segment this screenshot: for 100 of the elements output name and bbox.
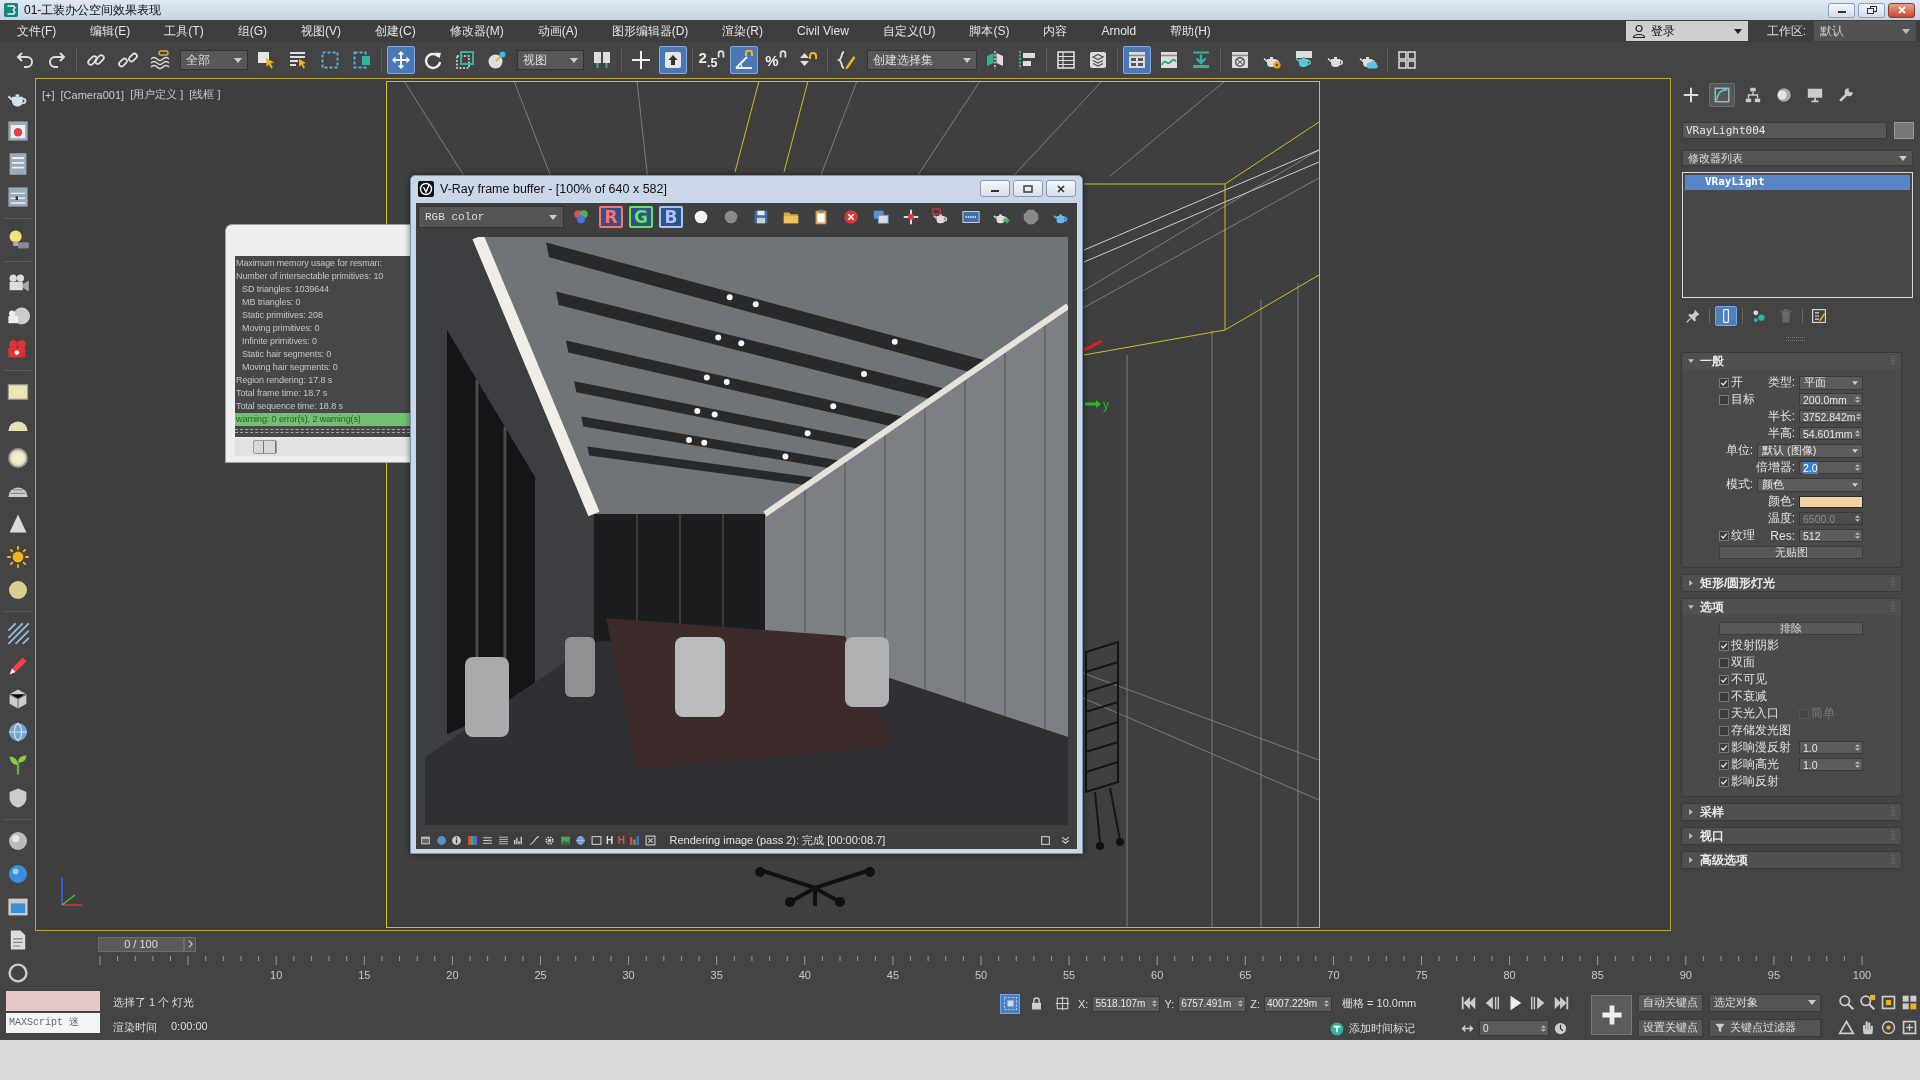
snap-button[interactable]: 2$_{.5}$ xyxy=(698,46,726,74)
menu-item[interactable]: 修改器(M) xyxy=(432,20,521,42)
menu-item[interactable]: 帮助(H) xyxy=(1153,20,1228,42)
workspace-dropdown[interactable]: 默认 xyxy=(1814,21,1916,41)
scrollbar-thumb[interactable] xyxy=(253,440,277,454)
checkbox[interactable] xyxy=(1719,394,1729,405)
chart-icon[interactable] xyxy=(513,834,524,846)
toolbar-dropdown[interactable]: 全部 xyxy=(180,50,248,70)
rollout-header[interactable]: 高级选项 xyxy=(1682,852,1901,868)
auto-key-button[interactable]: 自动关键点 xyxy=(1638,993,1703,1012)
previous-frame-icon[interactable] xyxy=(1483,994,1501,1012)
circle-icon[interactable] xyxy=(5,961,30,985)
login-dropdown[interactable]: 登录 xyxy=(1625,21,1748,41)
viewport-label-menu[interactable]: [线框 ] xyxy=(189,87,221,102)
checkbox[interactable] xyxy=(1719,377,1729,388)
coordinate-field[interactable]: 5518.107m xyxy=(1092,995,1161,1012)
light-box-outline[interactable] xyxy=(1083,121,1320,356)
sliders-icon[interactable] xyxy=(482,834,493,846)
rollout-header[interactable]: 矩形/圆形灯光 xyxy=(1682,575,1901,591)
spinner-field[interactable]: 1.0 xyxy=(1799,741,1863,754)
modify-tab[interactable] xyxy=(1709,83,1735,107)
skip-to-start-icon[interactable] xyxy=(1460,994,1478,1012)
orbit-icon[interactable] xyxy=(1880,1019,1897,1036)
zoom-extents-all-icon[interactable] xyxy=(1901,994,1918,1011)
spinner-field[interactable]: 512 xyxy=(1799,529,1863,542)
menu-item[interactable]: 动画(A) xyxy=(520,20,595,42)
key-filters-button[interactable]: 关键点过滤器 xyxy=(1709,1018,1821,1037)
color-swatch-icon[interactable] xyxy=(1799,495,1863,508)
checkbox[interactable] xyxy=(1719,725,1729,736)
set-key-button[interactable]: 设置关键点 xyxy=(1638,1018,1703,1037)
spinner-field[interactable]: 3752.842m xyxy=(1799,410,1863,423)
listener-output-field[interactable] xyxy=(6,991,100,1011)
time-slider-thumb[interactable]: 0 / 100 xyxy=(98,936,184,952)
toolbar-dropdown[interactable]: 创建选择集 xyxy=(867,50,977,70)
coordinate-field[interactable]: 4007.229m xyxy=(1264,995,1332,1012)
transform-gizmo[interactable] xyxy=(1083,339,1103,408)
hatch-icon[interactable] xyxy=(5,621,30,645)
viewport-label-menu[interactable]: [Camera001] xyxy=(60,87,125,102)
checkbox[interactable] xyxy=(1719,674,1729,685)
checkbox[interactable] xyxy=(1719,742,1729,753)
window-icon[interactable] xyxy=(590,834,602,846)
menu-item[interactable]: 脚本(S) xyxy=(952,20,1027,42)
spinner-field[interactable]: 1.0 xyxy=(1799,758,1863,771)
add-time-tag-button[interactable]: 添加时间标记 xyxy=(1329,1020,1415,1037)
checkbox[interactable] xyxy=(1719,657,1729,668)
channel-button[interactable]: B xyxy=(659,206,683,228)
menu-item[interactable]: 文件(F) xyxy=(0,20,74,42)
channel-button[interactable]: G xyxy=(629,206,653,228)
maximize-icon[interactable] xyxy=(1901,1019,1918,1036)
timeline-ruler[interactable]: 10 15 20 25 30 35 40 45 50 55 60 65 70 75 80 85 90 95 100 xyxy=(98,956,1905,990)
zoom-extents-icon[interactable] xyxy=(1880,994,1897,1011)
frame-field[interactable]: 0 xyxy=(1479,1020,1549,1036)
maximize-button[interactable] xyxy=(1013,180,1043,197)
menu-item[interactable]: Civil View xyxy=(780,20,866,42)
render-window-icon[interactable] xyxy=(5,119,30,143)
checkbox[interactable] xyxy=(1719,530,1729,541)
isolate-button[interactable] xyxy=(1000,993,1020,1014)
listener-input-field[interactable]: MAXScript 迷 xyxy=(6,1013,100,1033)
image-icon[interactable] xyxy=(559,834,571,846)
window-icon[interactable] xyxy=(420,834,431,846)
curve-icon[interactable] xyxy=(528,834,540,846)
info-icon[interactable] xyxy=(451,834,462,846)
menu-item[interactable]: 内容 xyxy=(1026,20,1085,42)
checkbox[interactable] xyxy=(1719,640,1729,651)
checkbox[interactable] xyxy=(1719,708,1729,719)
dropdown[interactable]: 平面 xyxy=(1799,375,1863,390)
spinner-field[interactable]: 2.0 xyxy=(1799,461,1863,474)
rollout-header[interactable]: 采样 xyxy=(1682,804,1901,820)
viewport[interactable] xyxy=(35,78,1671,931)
menu-item[interactable]: 自定义(U) xyxy=(865,20,953,42)
drag-handle-icon[interactable] xyxy=(1785,336,1806,342)
menu-item[interactable]: 渲染(R) xyxy=(705,20,780,42)
move-button[interactable] xyxy=(387,46,415,74)
object-name-field[interactable]: VRayLight004 xyxy=(1682,122,1887,139)
spinner-field[interactable]: 200.0mm xyxy=(1799,393,1863,406)
spinner-field[interactable]: 54.601mm xyxy=(1799,427,1863,440)
toolbar-dropdown[interactable]: 视图 xyxy=(517,50,584,70)
rollout-header[interactable]: 一般 xyxy=(1682,353,1901,369)
square-icon[interactable] xyxy=(1040,834,1051,846)
horizontal-scrollbar[interactable] xyxy=(235,438,410,456)
restore-button[interactable] xyxy=(1858,2,1885,18)
menu-item[interactable]: 工具(T) xyxy=(147,20,221,42)
lines-icon[interactable] xyxy=(497,834,509,846)
panel-button[interactable]: 无贴图 xyxy=(1719,546,1863,559)
bars-icon[interactable] xyxy=(629,834,641,846)
menu-item[interactable]: 组(G) xyxy=(220,20,284,42)
minimize-button[interactable] xyxy=(980,180,1010,197)
histogram-button[interactable]: H xyxy=(606,834,614,846)
checkbox[interactable] xyxy=(1719,759,1729,770)
viewport-label-menu[interactable]: [用户定义 ] xyxy=(130,87,184,102)
sliders-panel-icon[interactable] xyxy=(5,185,30,209)
stack-item[interactable]: VRayLight xyxy=(1685,175,1910,190)
globe-icon[interactable] xyxy=(575,834,586,846)
coordinate-field[interactable]: 6757.491m xyxy=(1178,995,1247,1012)
double-chevron-icon[interactable] xyxy=(1060,834,1071,846)
panel-button[interactable]: 排除 xyxy=(1719,622,1863,635)
rollout-header[interactable]: 视口 xyxy=(1682,828,1901,844)
next-frame-icon[interactable] xyxy=(1529,994,1547,1012)
menu-item[interactable]: 视图(V) xyxy=(284,20,358,42)
menu-item[interactable]: 编辑(E) xyxy=(73,20,148,42)
